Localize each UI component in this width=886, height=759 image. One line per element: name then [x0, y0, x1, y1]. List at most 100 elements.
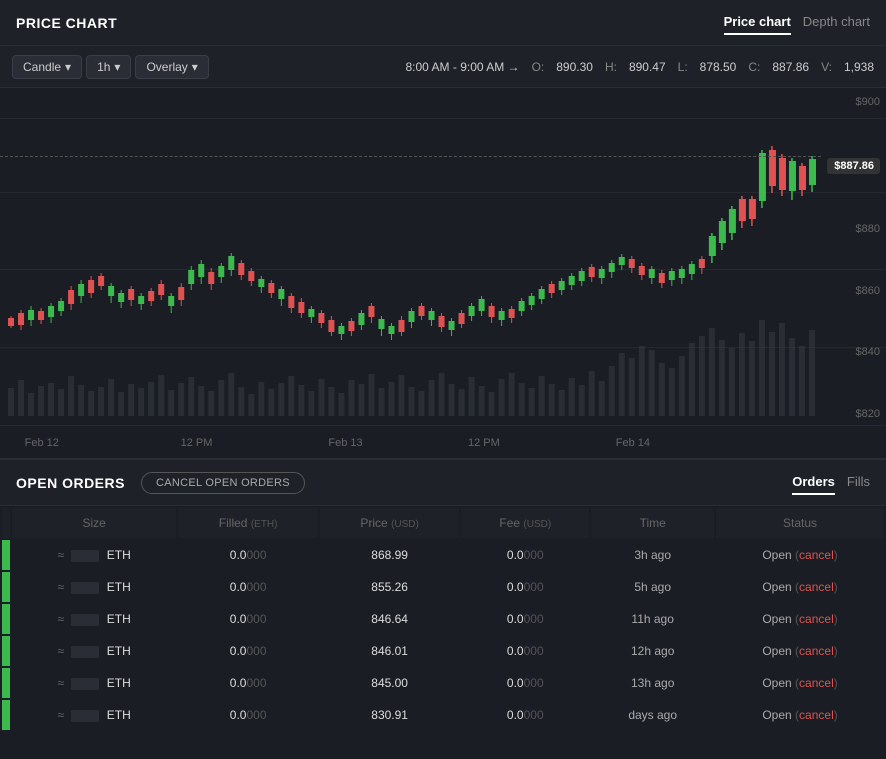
candle-dropdown-icon: ▾	[65, 60, 71, 74]
close-value: 887.86	[772, 60, 809, 74]
filled-dim: 000	[246, 676, 266, 690]
cancel-link[interactable]: cancel	[799, 548, 834, 562]
candle-type-button[interactable]: Candle ▾	[12, 55, 82, 79]
size-placeholder	[71, 646, 99, 658]
fee-cell: 0.0000	[461, 604, 589, 634]
filled-cell: 0.0000	[178, 636, 318, 666]
overlay-button[interactable]: Overlay ▾	[135, 55, 208, 79]
price-val: 846.01	[371, 644, 408, 658]
open-value: 890.30	[556, 60, 593, 74]
filled-dim: 000	[246, 580, 266, 594]
price-cell: 846.01	[320, 636, 459, 666]
cancel-link[interactable]: cancel	[799, 676, 834, 690]
status-close-paren: )	[834, 708, 838, 722]
status-close-paren: )	[834, 580, 838, 594]
fee-cell: 0.0000	[461, 540, 589, 570]
fee-val: 0.0	[507, 580, 524, 594]
price-cell: 830.91	[320, 700, 459, 730]
filled-cell: 0.0000	[178, 604, 318, 634]
cancel-link[interactable]: cancel	[799, 708, 834, 722]
fee-val: 0.0	[507, 548, 524, 562]
fee-val: 0.0	[507, 644, 524, 658]
chart-canvas[interactable]: $900 $887.86 $880 $860 $840 $820 Feb 12 …	[0, 88, 886, 458]
size-cell: ≈ ETH	[12, 668, 176, 698]
size-currency: ETH	[107, 612, 131, 626]
filled-val: 0.0	[230, 612, 247, 626]
time-cell: 5h ago	[591, 572, 714, 602]
chart-tab-group: Price chart Depth chart	[724, 10, 870, 35]
filled-cell: 0.0000	[178, 572, 318, 602]
filled-val: 0.0	[230, 580, 247, 594]
filled-val: 0.0	[230, 548, 247, 562]
fee-val: 0.0	[507, 708, 524, 722]
table-row: ≈ ETH 0.0000 830.91 0.0000 days ago Open…	[2, 700, 884, 730]
status-close-paren: )	[834, 612, 838, 626]
price-axis: $900 $887.86 $880 $860 $840 $820	[821, 88, 886, 428]
status-close-paren: )	[834, 644, 838, 658]
tab-orders[interactable]: Orders	[792, 470, 835, 495]
filled-cell: 0.0000	[178, 668, 318, 698]
table-header-row: Size Filled (ETH) Price (USD) Fee (USD) …	[2, 508, 884, 538]
side-indicator	[2, 572, 10, 602]
price-label-900: $900	[827, 96, 880, 108]
chart-area: $900 $887.86 $880 $860 $840 $820 Feb 12 …	[0, 88, 886, 458]
col-time: Time	[591, 508, 714, 538]
fee-cell: 0.0000	[461, 572, 589, 602]
size-placeholder	[71, 614, 99, 626]
side-indicator	[2, 636, 10, 666]
col-fee: Fee (USD)	[461, 508, 589, 538]
overlay-dropdown-icon: ▾	[192, 60, 198, 74]
candlestick-svg	[0, 88, 821, 428]
size-currency: ETH	[107, 548, 131, 562]
cancel-link[interactable]: cancel	[799, 644, 834, 658]
col-price: Price (USD)	[320, 508, 459, 538]
size-cell: ≈ ETH	[12, 572, 176, 602]
size-placeholder	[71, 710, 99, 722]
chart-toolbar: Candle ▾ 1h ▾ Overlay ▾ 8:00 AM - 9:00 A…	[0, 46, 886, 88]
vol-label: V:	[821, 60, 832, 74]
status-close-paren: )	[834, 548, 838, 562]
tab-depth-chart[interactable]: Depth chart	[803, 10, 870, 35]
col-indicator	[2, 508, 10, 538]
time-range: 8:00 AM - 9:00 AM →	[406, 60, 520, 74]
cancel-link[interactable]: cancel	[799, 612, 834, 626]
candle-type-label: Candle	[23, 60, 61, 74]
filled-val: 0.0	[230, 644, 247, 658]
size-cell: ≈ ETH	[12, 700, 176, 730]
filled-cell: 0.0000	[178, 540, 318, 570]
tab-price-chart[interactable]: Price chart	[724, 10, 791, 35]
status-cell: Open (cancel)	[716, 700, 884, 730]
status-cell: Open (cancel)	[716, 668, 884, 698]
price-val: 830.91	[371, 708, 408, 722]
price-label-860: $860	[827, 285, 880, 297]
time-label-feb13: Feb 13	[328, 437, 362, 449]
price-val: 855.26	[371, 580, 408, 594]
time-cell: 13h ago	[591, 668, 714, 698]
time-axis: Feb 12 12 PM Feb 13 12 PM Feb 14	[0, 428, 821, 458]
filled-val: 0.0	[230, 708, 247, 722]
size-approx: ≈	[58, 548, 65, 562]
time-cell: 11h ago	[591, 604, 714, 634]
cancel-open-orders-button[interactable]: CANCEL OPEN ORDERS	[141, 472, 305, 494]
size-currency: ETH	[107, 708, 131, 722]
ohlcv-info: 8:00 AM - 9:00 AM → O:890.30 H:890.47 L:…	[406, 60, 875, 74]
interval-button[interactable]: 1h ▾	[86, 55, 131, 79]
fee-dim: 000	[524, 644, 544, 658]
side-indicator	[2, 700, 10, 730]
filled-cell: 0.0000	[178, 700, 318, 730]
time-label-12pm-1: 12 PM	[181, 437, 213, 449]
orders-table: Size Filled (ETH) Price (USD) Fee (USD) …	[0, 506, 886, 732]
fee-dim: 000	[524, 708, 544, 722]
time-label-feb12: Feb 12	[25, 437, 59, 449]
chart-header: PRICE CHART Price chart Depth chart	[0, 0, 886, 46]
table-row: ≈ ETH 0.0000 855.26 0.0000 5h ago Open (…	[2, 572, 884, 602]
open-label: O:	[532, 60, 545, 74]
tab-fills[interactable]: Fills	[847, 470, 870, 495]
fee-val: 0.0	[507, 612, 524, 626]
fee-dim: 000	[524, 676, 544, 690]
time-cell: 3h ago	[591, 540, 714, 570]
status-open: Open	[762, 708, 791, 722]
fee-dim: 000	[524, 612, 544, 626]
cancel-link[interactable]: cancel	[799, 580, 834, 594]
fee-val: 0.0	[507, 676, 524, 690]
